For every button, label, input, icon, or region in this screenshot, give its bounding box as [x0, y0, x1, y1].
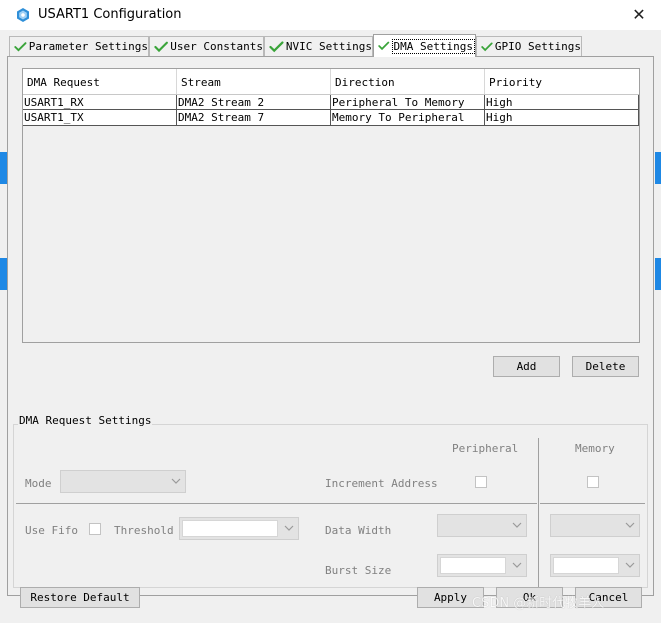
- dma-settings-panel: DMA Request Stream Direction Priority US…: [7, 56, 654, 596]
- memory-data-width-dropdown[interactable]: [550, 514, 640, 537]
- column-divider: [538, 438, 539, 590]
- cell-direction: Memory To Peripheral: [331, 110, 485, 125]
- peripheral-increment-checkbox[interactable]: [475, 476, 487, 488]
- checkmark-icon: [481, 42, 493, 51]
- chevron-down-icon: [171, 478, 181, 484]
- chevron-down-icon: [625, 562, 635, 568]
- mode-label: Mode: [25, 477, 52, 490]
- table-header: DMA Request Stream Direction Priority: [23, 69, 639, 94]
- restore-default-button[interactable]: Restore Default: [20, 587, 140, 608]
- checkmark-icon: [14, 41, 27, 52]
- chevron-down-icon: [284, 525, 294, 531]
- close-icon: ✕: [632, 5, 646, 24]
- threshold-dropdown[interactable]: [179, 517, 299, 540]
- memory-burst-size-dropdown[interactable]: [550, 554, 640, 577]
- table-row[interactable]: USART1_RX DMA2 Stream 2 Peripheral To Me…: [23, 94, 639, 110]
- checkmark-icon: [154, 41, 168, 52]
- table-row[interactable]: USART1_TX DMA2 Stream 7 Memory To Periph…: [23, 110, 639, 126]
- data-width-label: Data Width: [325, 524, 392, 537]
- memory-header: Memory: [575, 442, 615, 455]
- delete-button[interactable]: Delete: [572, 356, 639, 377]
- dma-request-table: DMA Request Stream Direction Priority US…: [22, 68, 640, 343]
- threshold-label: Threshold: [114, 524, 174, 537]
- mode-dropdown[interactable]: [60, 470, 186, 493]
- background-window-edge: [655, 258, 661, 290]
- table-body: USART1_RX DMA2 Stream 2 Peripheral To Me…: [23, 94, 639, 126]
- add-button[interactable]: Add: [493, 356, 560, 377]
- column-header-direction[interactable]: Direction: [331, 69, 485, 94]
- row-divider: [16, 503, 537, 504]
- cell-priority: High: [485, 95, 639, 109]
- checkmark-icon: [269, 40, 284, 52]
- cell-dma-request: USART1_TX: [23, 110, 177, 125]
- window-title: USART1 Configuration: [38, 7, 182, 22]
- configuration-dialog: Parameter Settings User Constants NVIC S…: [7, 30, 654, 615]
- cell-stream: DMA2 Stream 2: [177, 95, 331, 109]
- peripheral-header: Peripheral: [452, 442, 519, 455]
- cell-dma-request: USART1_RX: [23, 95, 177, 109]
- tab-gpio-settings[interactable]: GPIO Settings: [476, 36, 582, 56]
- watermark-text: CSDN @新时代牧羊人: [472, 596, 605, 611]
- close-button[interactable]: ✕: [627, 4, 651, 26]
- tab-dma-settings[interactable]: DMA Settings: [373, 34, 476, 57]
- cell-direction: Peripheral To Memory: [331, 95, 485, 109]
- checkmark-icon: [378, 41, 390, 51]
- title-bar: USART1 Configuration ✕: [0, 0, 661, 30]
- group-title: DMA Request Settings: [18, 414, 153, 427]
- column-header-stream[interactable]: Stream: [177, 69, 331, 94]
- tab-nvic-settings[interactable]: NVIC Settings: [264, 36, 373, 56]
- row-divider: [540, 503, 645, 504]
- tab-bar: Parameter Settings User Constants NVIC S…: [7, 34, 654, 57]
- chevron-down-icon: [512, 522, 522, 528]
- column-header-priority[interactable]: Priority: [485, 69, 639, 94]
- chevron-down-icon: [625, 522, 635, 528]
- use-fifo-label: Use Fifo: [25, 524, 78, 537]
- chevron-down-icon: [512, 562, 522, 568]
- app-cube-icon: [17, 8, 29, 22]
- memory-increment-checkbox[interactable]: [587, 476, 599, 488]
- increment-address-label: Increment Address: [325, 477, 438, 490]
- cell-stream: DMA2 Stream 7: [177, 110, 331, 125]
- burst-size-label: Burst Size: [325, 564, 392, 577]
- background-window-edge: [655, 152, 661, 184]
- peripheral-burst-size-dropdown[interactable]: [437, 554, 527, 577]
- tab-parameter-settings[interactable]: Parameter Settings: [9, 36, 149, 56]
- tab-user-constants[interactable]: User Constants: [149, 36, 264, 56]
- cell-priority: High: [485, 110, 639, 125]
- use-fifo-checkbox[interactable]: [89, 523, 101, 535]
- peripheral-data-width-dropdown[interactable]: [437, 514, 527, 537]
- column-header-dma-request[interactable]: DMA Request: [23, 69, 177, 94]
